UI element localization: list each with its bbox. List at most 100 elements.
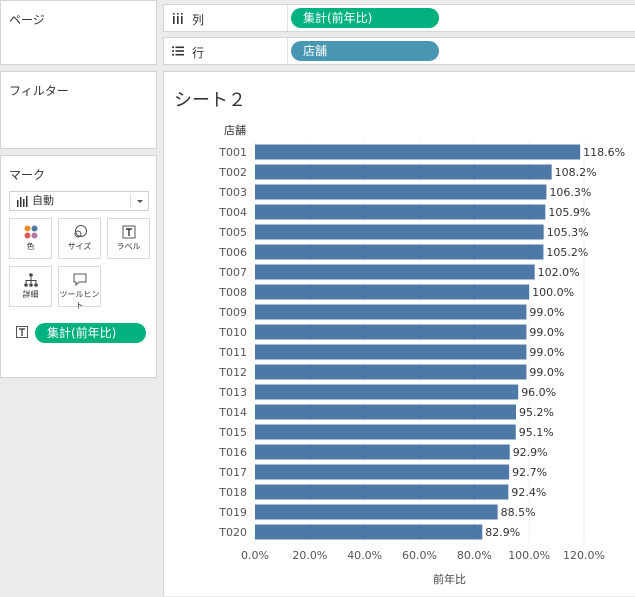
bar[interactable] [255,364,527,380]
value-label: 118.6% [583,146,625,159]
bar-chart: 店舗 T001 118.6% T002 108.2% T003 106.3% T004 105.… [218,123,625,586]
bar[interactable] [255,464,510,480]
bar[interactable] [255,144,581,160]
filters-title: フィルター [9,84,69,98]
label-icon [108,224,149,240]
bar[interactable] [255,304,527,320]
row-header: 店舗 [224,123,246,137]
filters-card[interactable]: フィルター [0,71,157,149]
category-label: T003 [218,186,247,199]
rows-divider [287,38,288,64]
bar[interactable] [255,224,544,240]
bar[interactable] [255,324,527,340]
category-label: T009 [218,306,247,319]
bar[interactable] [255,504,498,520]
category-label: T005 [218,226,247,239]
value-label: 95.2% [519,406,554,419]
columns-pill[interactable]: 集計(前年比) [291,8,439,28]
label-button[interactable]: ラベル [107,218,150,259]
columns-label: 列 [192,13,205,27]
marks-title: マーク [9,168,46,182]
bar[interactable] [255,444,510,460]
pages-title: ページ [9,13,45,27]
columns-shelf-label: 列 [172,11,204,28]
label-label: ラベル [116,242,141,251]
size-label: サイズ [67,242,92,251]
rows-shelf-label: 行 [172,44,204,61]
bar[interactable] [255,484,509,500]
category-label: T010 [218,326,247,339]
size-button[interactable]: サイズ [58,218,101,259]
value-label: 96.0% [521,386,556,399]
color-button[interactable]: 色 [9,218,52,259]
x-tick-label: 0.0% [241,549,269,562]
rows-label: 行 [192,46,205,60]
bar-chart-icon [16,195,28,213]
text-mark-icon [16,326,28,341]
x-axis-title: 前年比 [433,572,466,586]
detail-icon [10,272,51,288]
columns-divider [287,5,288,31]
mark-type-label: 自動 [32,194,54,207]
detail-button[interactable]: 詳細 [9,266,52,307]
bar[interactable] [255,404,517,420]
category-label: T007 [218,266,247,279]
bar[interactable] [255,184,547,200]
category-label: T002 [218,166,247,179]
bar[interactable] [255,424,516,440]
bar[interactable] [255,284,530,300]
columns-icon [172,12,184,27]
category-label: T001 [218,146,247,159]
category-label: T004 [218,206,247,219]
x-tick-label: 120.0% [563,549,605,562]
category-label: T014 [218,406,247,419]
value-label: 105.3% [547,226,589,239]
size-icon [59,224,100,240]
tooltip-icon [59,272,100,288]
worksheet-view[interactable]: シート２ 店舗 T001 118.6% T002 108.2% T003 106.3% T00… [163,71,635,596]
bar[interactable] [255,264,535,280]
category-label: T016 [218,446,247,459]
x-tick-label: 20.0% [292,549,327,562]
chevron-down-icon [135,193,145,215]
value-label: 99.0% [529,346,564,359]
bar[interactable] [255,204,546,220]
detail-label: 詳細 [22,290,39,299]
bar[interactable] [255,164,552,180]
bar[interactable] [255,524,483,540]
category-label: T020 [218,526,247,539]
dropdown-divider [130,194,131,208]
bar[interactable] [255,244,544,260]
category-label: T011 [218,346,247,359]
category-label: T018 [218,486,247,499]
bar[interactable] [255,344,527,360]
value-label: 99.0% [529,366,564,379]
value-label: 95.1% [519,426,554,439]
pages-card[interactable]: ページ [0,0,157,65]
value-label: 92.9% [513,446,548,459]
value-label: 92.4% [511,486,546,499]
category-label: T006 [218,246,247,259]
category-label: T012 [218,366,247,379]
value-label: 99.0% [529,326,564,339]
value-label: 108.2% [555,166,597,179]
x-tick-label: 40.0% [347,549,382,562]
category-label: T013 [218,386,247,399]
tooltip-button[interactable]: ツールヒント [58,266,101,310]
marks-card: マーク 自動 色 サイズ ラベル 詳細 ツールヒント 集計(前年比) [0,155,157,378]
category-label: T015 [218,426,247,439]
value-label: 105.2% [546,246,588,259]
x-tick-label: 80.0% [457,549,492,562]
rows-pill[interactable]: 店舗 [291,41,439,61]
label-field-pill[interactable]: 集計(前年比) [35,323,146,343]
mark-type-dropdown[interactable]: 自動 [9,191,149,211]
tooltip-label: ツールヒント [59,290,100,310]
value-label: 99.0% [529,306,564,319]
color-label: 色 [26,242,35,251]
color-icon [10,224,51,240]
value-label: 102.0% [538,266,580,279]
value-label: 88.5% [501,506,536,519]
x-tick-label: 100.0% [508,549,550,562]
x-tick-label: 60.0% [402,549,437,562]
bar[interactable] [255,384,519,400]
